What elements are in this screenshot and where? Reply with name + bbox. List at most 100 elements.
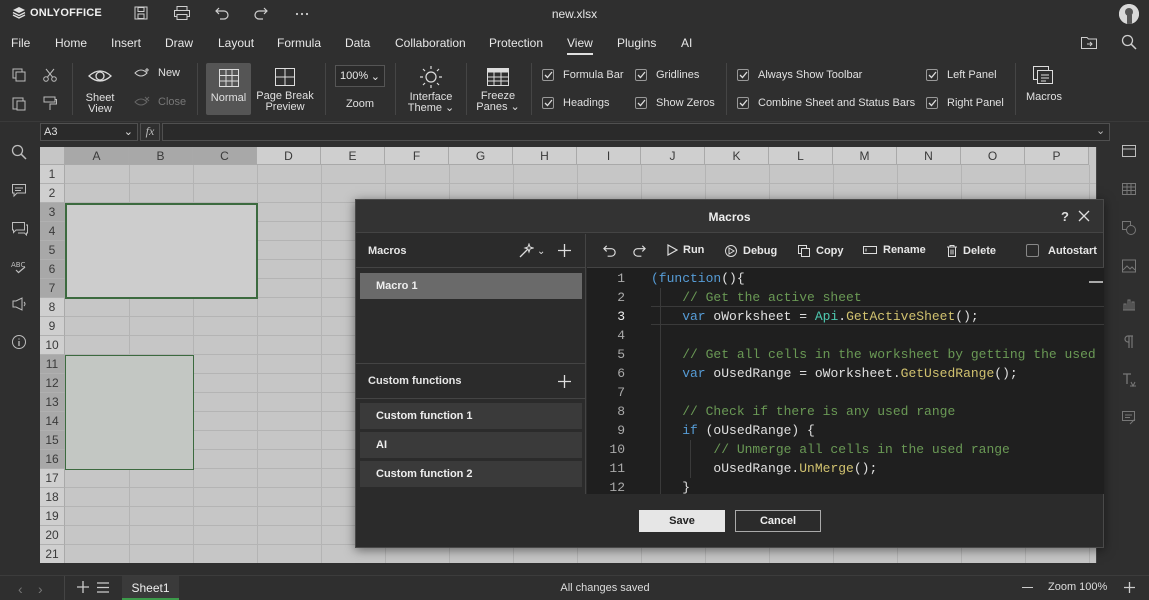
debug-button[interactable]: Debug <box>724 244 777 258</box>
row-header[interactable]: 20 <box>40 526 65 545</box>
menu-ai[interactable]: AI <box>681 36 692 50</box>
column-header[interactable]: D <box>257 147 321 165</box>
save-button[interactable]: Save <box>639 510 725 532</box>
custom-function-item[interactable]: AI <box>360 432 582 458</box>
search-icon[interactable] <box>11 144 29 162</box>
menu-protection[interactable]: Protection <box>489 36 543 50</box>
zoom-out-icon[interactable] <box>1022 587 1033 588</box>
menu-insert[interactable]: Insert <box>111 36 141 50</box>
menu-plugins[interactable]: Plugins <box>617 36 656 50</box>
normal-view-button[interactable]: Normal <box>206 63 251 115</box>
signature-icon[interactable] <box>1121 410 1139 428</box>
menu-collaboration[interactable]: Collaboration <box>395 36 466 50</box>
row-header[interactable]: 7 <box>40 279 65 298</box>
name-box[interactable]: A3 ⌄ <box>40 123 138 141</box>
feedback-icon[interactable] <box>11 296 29 314</box>
column-header[interactable]: P <box>1025 147 1089 165</box>
menu-layout[interactable]: Layout <box>218 36 254 50</box>
run-button[interactable]: Run <box>666 244 704 256</box>
cut-icon[interactable] <box>42 67 58 83</box>
macros-button[interactable]: Macros <box>1024 65 1064 103</box>
column-header[interactable]: H <box>513 147 577 165</box>
right-panel-checkbox[interactable]: Right Panel <box>926 97 1004 109</box>
redo-icon[interactable] <box>632 243 647 258</box>
ai-macro-button[interactable]: ⌄ <box>518 243 545 259</box>
macro-list-item[interactable]: Macro 1 <box>360 273 582 299</box>
column-header[interactable]: C <box>193 147 257 165</box>
user-avatar[interactable] <box>1119 4 1139 24</box>
undo-icon[interactable] <box>602 243 617 258</box>
freeze-panes-button[interactable]: Freeze Panes ⌄ <box>474 67 522 113</box>
menu-home[interactable]: Home <box>55 36 87 50</box>
row-header[interactable]: 19 <box>40 507 65 526</box>
code-editor[interactable]: 1 2 3 4 5 6 7 8 9 10 11 12 (function(){ … <box>587 268 1104 494</box>
selected-range[interactable] <box>65 355 194 470</box>
column-header[interactable]: K <box>705 147 769 165</box>
add-macro-icon[interactable] <box>558 244 571 257</box>
menu-data[interactable]: Data <box>345 36 370 50</box>
horizontal-scrollbar[interactable] <box>40 563 1096 573</box>
interface-theme-button[interactable]: Interface Theme ⌄ <box>404 65 458 114</box>
always-show-toolbar-checkbox[interactable]: Always Show Toolbar <box>737 69 862 81</box>
cancel-button[interactable]: Cancel <box>735 510 821 532</box>
combine-bars-checkbox[interactable]: Combine Sheet and Status Bars <box>737 97 915 109</box>
delete-button[interactable]: Delete <box>946 244 996 258</box>
row-header[interactable]: 10 <box>40 336 65 355</box>
cell-settings-icon[interactable] <box>1121 144 1139 162</box>
column-header[interactable]: M <box>833 147 897 165</box>
row-header[interactable]: 17 <box>40 469 65 488</box>
insert-function-button[interactable]: fx <box>140 123 160 141</box>
column-header[interactable]: N <box>897 147 961 165</box>
row-header[interactable]: 4 <box>40 222 65 241</box>
headings-checkbox[interactable]: Headings <box>542 97 609 109</box>
selected-range[interactable] <box>65 203 258 299</box>
column-header[interactable]: I <box>577 147 641 165</box>
zoom-in-icon[interactable] <box>1124 582 1135 593</box>
paste-icon[interactable] <box>11 95 27 111</box>
row-header[interactable]: 5 <box>40 241 65 260</box>
menu-view[interactable]: View <box>567 36 593 55</box>
open-location-icon[interactable] <box>1080 34 1098 50</box>
menu-draw[interactable]: Draw <box>165 36 193 50</box>
search-icon[interactable] <box>1121 34 1137 50</box>
chevron-down-icon[interactable]: ⌄ <box>1096 124 1105 137</box>
gridlines-checkbox[interactable]: Gridlines <box>635 69 699 81</box>
column-header[interactable]: L <box>769 147 833 165</box>
menu-file[interactable]: File <box>11 36 30 50</box>
format-painter-icon[interactable] <box>42 95 58 111</box>
rename-button[interactable]: Rename <box>862 244 926 256</box>
column-header[interactable]: J <box>641 147 705 165</box>
row-header[interactable]: 6 <box>40 260 65 279</box>
paragraph-settings-icon[interactable] <box>1121 334 1139 352</box>
select-all-corner[interactable] <box>40 147 65 165</box>
row-header[interactable]: 9 <box>40 317 65 336</box>
column-header[interactable]: G <box>449 147 513 165</box>
new-view-button[interactable]: New <box>134 67 180 79</box>
copy-button[interactable]: Copy <box>797 244 844 258</box>
row-header[interactable]: 13 <box>40 393 65 412</box>
left-panel-checkbox[interactable]: Left Panel <box>926 69 997 81</box>
close-icon[interactable] <box>1078 210 1090 222</box>
column-header[interactable]: A <box>65 147 129 165</box>
sheet-view-button[interactable]: Sheet View <box>82 65 118 115</box>
text-art-icon[interactable] <box>1121 372 1139 390</box>
chart-settings-icon[interactable] <box>1121 296 1139 314</box>
chat-icon[interactable] <box>11 220 29 238</box>
row-header[interactable]: 12 <box>40 374 65 393</box>
column-header[interactable]: E <box>321 147 385 165</box>
column-header[interactable]: O <box>961 147 1025 165</box>
shape-settings-icon[interactable] <box>1121 220 1139 238</box>
row-header[interactable]: 18 <box>40 488 65 507</box>
formula-input[interactable] <box>162 123 1110 141</box>
menu-formula[interactable]: Formula <box>277 36 321 50</box>
autostart-checkbox[interactable]: Autostart <box>1026 244 1097 257</box>
custom-function-item[interactable]: Custom function 2 <box>360 461 582 487</box>
column-header[interactable]: F <box>385 147 449 165</box>
image-settings-icon[interactable] <box>1121 258 1139 276</box>
row-header[interactable]: 1 <box>40 165 65 184</box>
info-icon[interactable] <box>11 334 29 352</box>
comments-icon[interactable] <box>11 182 29 200</box>
row-header[interactable]: 2 <box>40 184 65 203</box>
zoom-select[interactable]: 100% ⌄ <box>335 65 385 87</box>
close-view-button[interactable]: Close <box>134 96 186 108</box>
